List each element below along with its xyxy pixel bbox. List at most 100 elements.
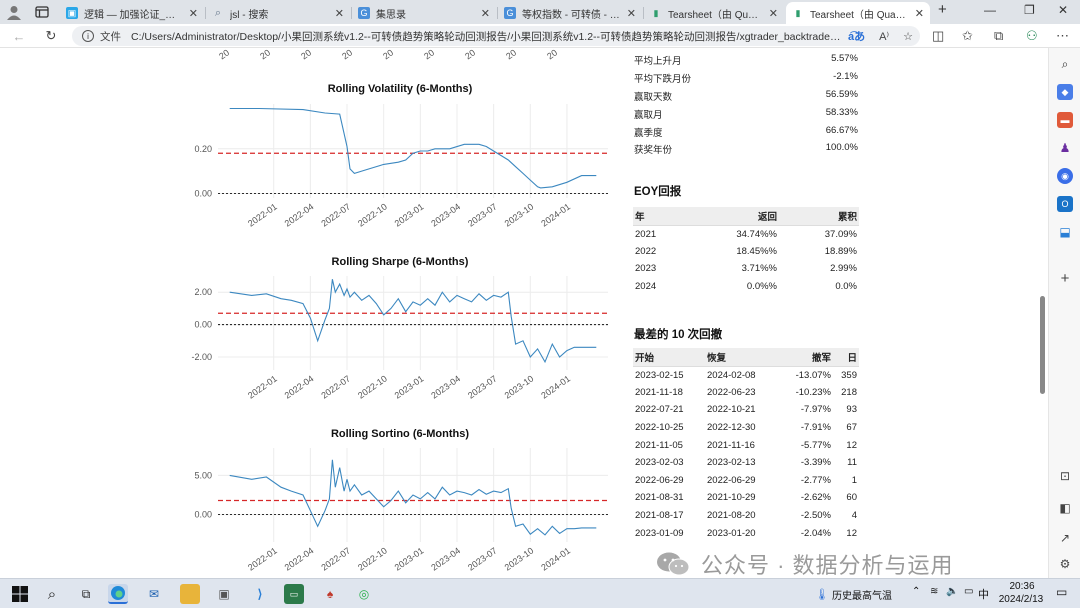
close-icon[interactable]: ✕ (335, 7, 344, 20)
collections-icon[interactable]: ⧉ (994, 28, 1003, 44)
battery-icon[interactable]: ▭ (964, 586, 973, 597)
tab-tearsheet-active[interactable]: ▮ Tearsheet（由 QuantStats ✕ (786, 2, 930, 24)
file-explorer-icon[interactable] (180, 584, 200, 604)
rolling-chart: 0.000.202022-01 2022-04 2022-07 2022-10 2023… (194, 104, 608, 229)
vscode-icon[interactable]: ⟩ (250, 584, 270, 604)
close-icon[interactable]: ✕ (189, 7, 198, 20)
split-screen-icon[interactable]: ◫ (932, 28, 944, 44)
new-tab-button[interactable]: + (938, 1, 947, 18)
watermark-text: 公众号 · 数据分析与运用 (701, 553, 954, 578)
maximize-button[interactable]: ❐ (1024, 3, 1035, 17)
x-tick-label: 2023-01 (393, 201, 426, 228)
chart-title-volatility: Rolling Volatility (6-Months) (327, 83, 473, 95)
wifi-icon[interactable]: ≋ (930, 586, 938, 597)
toolbox-icon[interactable]: ▬ (1057, 112, 1073, 128)
sidebar-toggle-icon[interactable]: ◧ (1057, 500, 1073, 516)
outlook-icon[interactable]: O (1057, 196, 1073, 212)
store-icon[interactable]: ▣ (214, 584, 234, 604)
minimize-button[interactable]: — (984, 3, 996, 17)
clock-time[interactable]: 20:36 (1002, 581, 1042, 592)
translate-icon[interactable]: a͡あ (848, 28, 865, 44)
back-button[interactable]: ← (10, 27, 28, 45)
address-url[interactable]: C:/Users/Administrator/Desktop/小果回测系统v1.… (131, 29, 841, 44)
external-link-icon[interactable]: ↗ (1057, 530, 1073, 546)
mail-icon[interactable]: ✉ (144, 584, 164, 604)
y-tick-label: 0.00 (194, 189, 212, 199)
rolling-chart: 2.00 0.00 -2.00 2022-01 2022-04 2022-07 2022-1… (191, 276, 608, 401)
tag-icon[interactable]: ◆ (1057, 84, 1073, 100)
x-tick-label: 20 (299, 48, 313, 61)
close-icon[interactable]: ✕ (915, 7, 924, 20)
tab-actions-icon[interactable] (34, 4, 50, 20)
x-tick-label: 20 (217, 48, 231, 61)
table-cell: 2022-06-29 (707, 474, 756, 486)
close-icon[interactable]: ✕ (481, 7, 490, 20)
web-capture-icon[interactable]: ⬓ (1057, 224, 1073, 240)
task-view-icon[interactable]: ⧉ (76, 584, 96, 604)
metric-row: 赢取天数 56.59% (634, 89, 858, 103)
favorite-star-icon[interactable]: ☆ (903, 30, 913, 43)
start-menu-icon[interactable] (10, 584, 30, 604)
table-cell: 0.0% (835, 281, 857, 293)
metric-label: 赢季度 (634, 128, 663, 139)
search-icon[interactable]: ⌕ (42, 584, 62, 604)
read-aloud-icon[interactable]: A⁾ (879, 30, 889, 43)
close-icon[interactable]: ✕ (627, 7, 636, 20)
profile-icon[interactable] (6, 4, 22, 20)
clock-date[interactable]: 2024/2/13 (996, 594, 1046, 605)
notification-icon[interactable]: ▭ (1056, 585, 1067, 599)
table-cell: -5.77% (800, 439, 831, 451)
games-icon[interactable]: ♟ (1057, 140, 1073, 156)
tray-chevron-icon[interactable]: ⌃ (912, 586, 920, 597)
weather-text[interactable]: 历史最高气温 (832, 587, 892, 602)
table-cell: 37.09% (824, 228, 857, 240)
x-tick-label: 2022-01 (246, 545, 279, 572)
tab-search[interactable]: ⌕ jsl - 搜索 ✕ (206, 2, 350, 24)
screenshot-icon[interactable]: ⊡ (1057, 468, 1073, 484)
table-cell: 2024 (635, 281, 657, 293)
speaker-icon[interactable]: 🔈 (946, 586, 958, 597)
table-cell: 11 (847, 457, 857, 469)
info-icon[interactable]: i (82, 30, 94, 42)
tab-jisilu[interactable]: G 集思录 ✕ (352, 2, 496, 24)
close-window-button[interactable]: ✕ (1058, 3, 1068, 17)
table-cell: -7.97% (800, 404, 831, 416)
vertical-scrollbar[interactable] (1040, 296, 1045, 394)
close-icon[interactable]: ✕ (769, 7, 778, 20)
column-header: 累积 (779, 207, 859, 226)
address-bar[interactable]: i 文件 C:/Users/Administrator/Desktop/小果回测… (72, 26, 920, 46)
tab-bilibili[interactable]: ▣ 逻辑 — 加强论证_哔哩哔哩 ✕ (60, 2, 204, 24)
tab-jisilu-index[interactable]: G 等权指数 - 可转债 - 集思录 ✕ (498, 2, 642, 24)
favorites-icon[interactable]: ✩ (962, 28, 973, 44)
table-row: 2021-08-17 2021-08-20 -2.50% 4 (633, 507, 859, 525)
x-tick-label: 2023-04 (429, 545, 462, 572)
settings-gear-icon[interactable]: ⚙ (1057, 556, 1073, 572)
add-sidebar-app-icon[interactable]: + (1057, 270, 1073, 287)
edge-browser-icon[interactable] (108, 584, 128, 604)
x-tick-label: 2022-07 (319, 373, 352, 400)
more-menu-icon[interactable]: ⋯ (1056, 28, 1069, 44)
extension-icon[interactable]: ⚇ (1026, 28, 1038, 44)
chart-icon: ▮ (795, 7, 801, 18)
x-tick-label: 2023-10 (503, 373, 536, 400)
table-cell: 67 (846, 422, 857, 434)
x-tick-label: 2024-01 (539, 545, 572, 572)
x-tick-label: 2023-01 (393, 545, 426, 572)
wechat-icon[interactable]: ◎ (354, 584, 374, 604)
game-icon[interactable]: ♠ (320, 584, 340, 604)
x-tick-label: 2022-01 (246, 373, 279, 400)
x-tick-label: 20 (463, 48, 477, 61)
copilot-icon[interactable]: ◉ (1057, 168, 1073, 184)
metric-label: 平均下跌月份 (634, 74, 692, 85)
x-tick-label: 2022-04 (283, 545, 316, 572)
search-icon[interactable]: ⌕ (1057, 56, 1073, 72)
reload-button[interactable]: ↻ (42, 27, 60, 45)
tab-tearsheet-1[interactable]: ▮ Tearsheet（由 QuantStats ✕ (644, 2, 784, 24)
ime-indicator[interactable]: 中 (978, 586, 989, 602)
x-tick-label: 2023-07 (466, 373, 499, 400)
x-tick-label: 2022-04 (283, 201, 316, 228)
terminal-icon[interactable]: ▭ (284, 584, 304, 604)
column-header: 年 (633, 207, 693, 226)
metric-label: 获奖年份 (634, 145, 673, 156)
metric-label: 平均上升月 (634, 56, 682, 67)
